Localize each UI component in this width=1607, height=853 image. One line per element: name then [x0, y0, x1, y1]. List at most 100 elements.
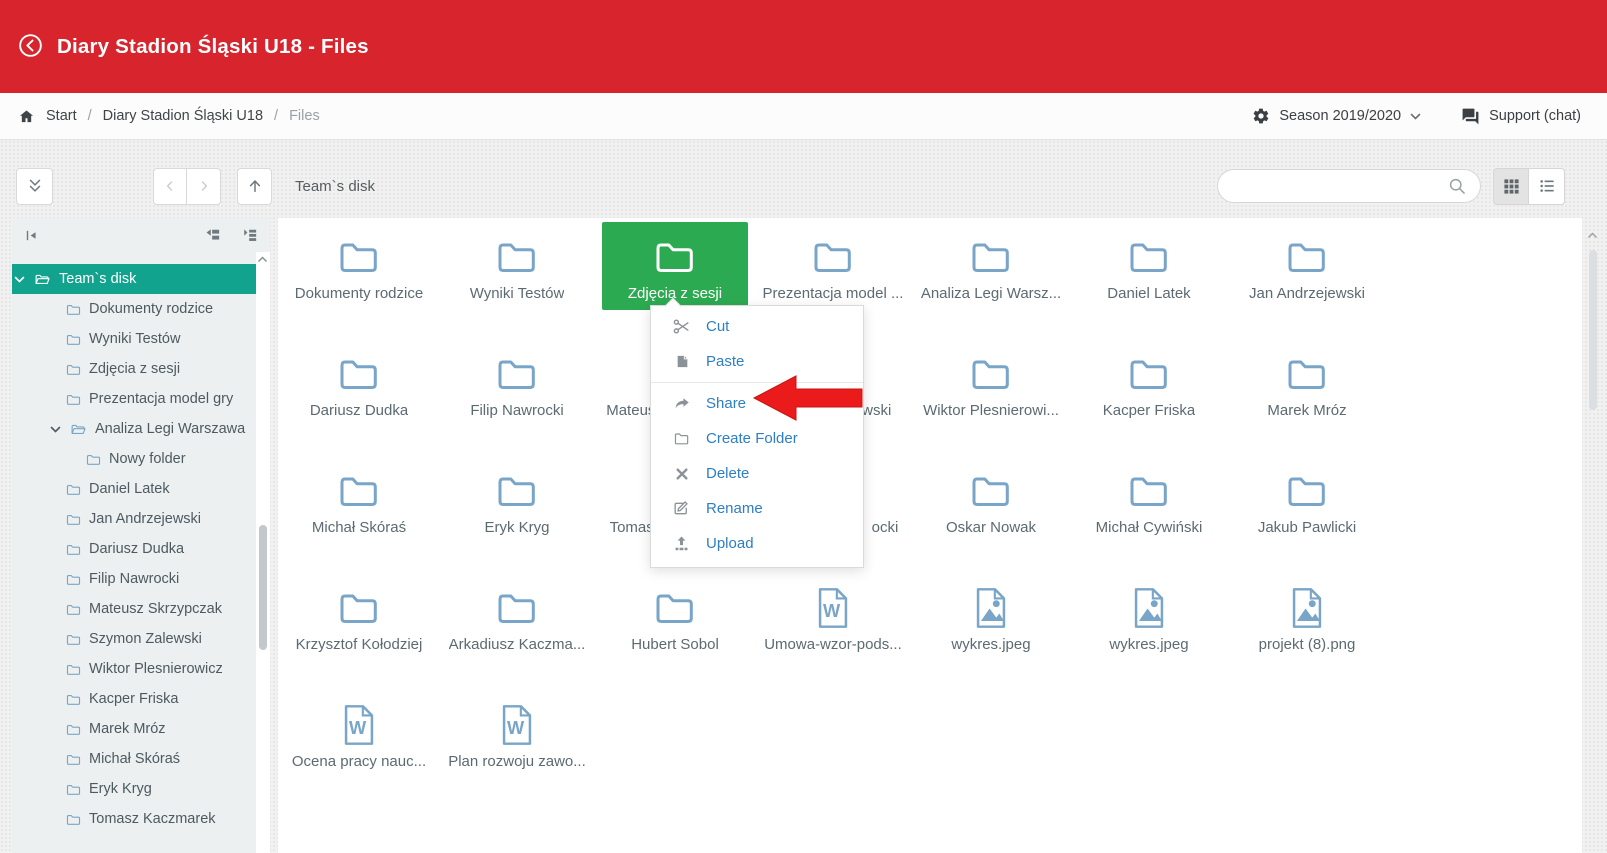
folder-tile[interactable]: Arkadiusz Kaczma... — [444, 573, 590, 661]
sidebar-item[interactable]: Eryk Kryg — [12, 774, 256, 804]
folder-tile[interactable]: Dokumenty rodzice — [286, 222, 432, 310]
sidebar-item[interactable]: Szymon Zalewski — [12, 624, 256, 654]
sidebar-item-label: Daniel Latek — [89, 481, 170, 497]
sidebar-scrollbar[interactable] — [256, 252, 270, 853]
sidebar-item[interactable]: Dokumenty rodzice — [12, 294, 256, 324]
sidebar-scroll-thumb[interactable] — [259, 525, 267, 650]
scroll-up-icon[interactable] — [1587, 232, 1598, 239]
actions-menu-button[interactable] — [16, 168, 53, 205]
folder-tile[interactable]: Filip Nawrocki — [444, 339, 590, 427]
menu-item-share[interactable]: Share — [651, 386, 863, 421]
tile-label: Umowa-wzor-pods... — [764, 636, 902, 653]
folder-open-icon — [69, 421, 88, 438]
tile-label: Oskar Nowak — [946, 519, 1036, 536]
folder-icon — [1125, 233, 1173, 281]
sidebar-item[interactable]: Nowy folder — [12, 444, 256, 474]
folder-tile[interactable]: Eryk Kryg — [444, 456, 590, 544]
sidebar-item-label: Marek Mróz — [89, 721, 166, 737]
breadcrumb-diary[interactable]: Diary Stadion Śląski U18 — [103, 108, 263, 124]
folder-tile[interactable]: Jakub Pawlicki — [1234, 456, 1380, 544]
menu-item-upload[interactable]: Upload — [651, 526, 863, 561]
rename-icon — [671, 499, 692, 518]
folder-tile[interactable]: Marek Mróz — [1234, 339, 1380, 427]
menu-item-paste[interactable]: Paste — [651, 344, 863, 379]
sidebar-item-label: Team`s disk — [59, 271, 136, 287]
folder-tile[interactable]: Michał Skóraś — [286, 456, 432, 544]
view-toggle — [1493, 168, 1565, 205]
grid-view-button[interactable] — [1493, 168, 1529, 205]
folder-tile[interactable]: Krzysztof Kołodziej — [286, 573, 432, 661]
list-view-button[interactable] — [1529, 168, 1565, 205]
breadcrumb-start[interactable]: Start — [46, 108, 77, 124]
menu-item-rename[interactable]: Rename — [651, 491, 863, 526]
folder-icon — [493, 233, 541, 281]
sidebar-item[interactable]: Filip Nawrocki — [12, 564, 256, 594]
folder-tile[interactable]: Dariusz Dudka — [286, 339, 432, 427]
search-input[interactable] — [1234, 177, 1447, 195]
sidebar-item[interactable]: Zdjęcia z sesji — [12, 354, 256, 384]
sidebar-item[interactable]: Dariusz Dudka — [12, 534, 256, 564]
season-selector[interactable]: Season 2019/2020 — [1252, 107, 1421, 125]
app-window: Diary Stadion Śląski U18 - Files Start /… — [0, 0, 1607, 853]
sidebar-item[interactable]: Marek Mróz — [12, 714, 256, 744]
folder-tile[interactable]: Wyniki Testów — [444, 222, 590, 310]
sidebar-item[interactable]: Mateusz Skrzypczak — [12, 594, 256, 624]
folder-tile[interactable]: Wiktor Plesnierowi... — [918, 339, 1064, 427]
sidebar-item[interactable]: Prezentacja model gry — [12, 384, 256, 414]
folder-open-icon — [33, 271, 52, 288]
tile-label: Eryk Kryg — [484, 519, 549, 536]
main-scroll-thumb[interactable] — [1589, 250, 1597, 410]
folder-tile[interactable]: Hubert Sobol — [602, 573, 748, 661]
menu-item-cut[interactable]: Cut — [651, 309, 863, 344]
folder-tile[interactable]: Zdjęcia z sesji — [602, 222, 748, 310]
file-tile[interactable]: wykres.jpeg — [1076, 573, 1222, 661]
back-button[interactable] — [17, 32, 44, 62]
sidebar-item[interactable]: Team`s disk — [12, 264, 256, 294]
search-box — [1217, 169, 1481, 203]
sidebar-item[interactable]: Jan Andrzejewski — [12, 504, 256, 534]
folder-tile[interactable]: Jan Andrzejewski — [1234, 222, 1380, 310]
sidebar-item[interactable]: Analiza Legi Warszawa — [12, 414, 256, 444]
tile-label: Wyniki Testów — [470, 285, 565, 302]
menu-item-delete[interactable]: Delete — [651, 456, 863, 491]
folder-tile[interactable]: Michał Cywiński — [1076, 456, 1222, 544]
expand-all-button[interactable] — [241, 228, 258, 242]
folder-tile[interactable]: Analiza Legi Warsz... — [918, 222, 1064, 310]
file-tile[interactable]: WOcena pracy nauc... — [286, 690, 432, 778]
chevron-left-icon — [163, 179, 177, 193]
folder-up-button[interactable] — [237, 168, 272, 205]
nav-back-button[interactable] — [153, 168, 187, 205]
sidebar-tree: Team`s disk Dokumenty rodziceWyniki Testó… — [12, 252, 256, 853]
scroll-up-icon[interactable] — [257, 256, 268, 263]
main-scrollbar[interactable] — [1585, 218, 1600, 853]
folder-tile[interactable]: Prezentacja model ... — [760, 222, 906, 310]
folder-icon — [65, 751, 82, 768]
current-folder-label: Team`s disk — [295, 178, 375, 195]
sidebar-header — [12, 218, 270, 252]
collapse-all-button[interactable] — [204, 228, 221, 242]
folder-tile[interactable]: Oskar Nowak — [918, 456, 1064, 544]
context-menu: CutPaste ShareCreate FolderDeleteRenameUp… — [650, 305, 864, 568]
file-tile[interactable]: wykres.jpeg — [918, 573, 1064, 661]
menu-item-create-folder[interactable]: Create Folder — [651, 421, 863, 456]
folder-tile[interactable]: Kacper Friska — [1076, 339, 1222, 427]
sidebar-item[interactable]: Wyniki Testów — [12, 324, 256, 354]
sidebar-item-label: Jan Andrzejewski — [89, 511, 201, 527]
folder-tile[interactable]: Daniel Latek — [1076, 222, 1222, 310]
sidebar-item[interactable]: Daniel Latek — [12, 474, 256, 504]
collapse-sidebar-button[interactable] — [24, 228, 39, 243]
sidebar-item[interactable]: Wiktor Plesnierowicz — [12, 654, 256, 684]
sidebar-item[interactable]: Kacper Friska — [12, 684, 256, 714]
file-tile[interactable]: projekt (8).png — [1234, 573, 1380, 661]
sidebar-item[interactable]: Michał Skóraś — [12, 744, 256, 774]
file-tile[interactable]: WUmowa-wzor-pods... — [760, 573, 906, 661]
file-tile[interactable]: WPlan rozwoju zawo... — [444, 690, 590, 778]
support-chat-link[interactable]: Support (chat) — [1461, 107, 1581, 126]
home-icon[interactable] — [18, 108, 35, 125]
search-icon[interactable] — [1447, 176, 1467, 196]
sidebar-item[interactable]: Tomasz Kaczmarek — [12, 804, 256, 834]
sidebar-item-label: Prezentacja model gry — [89, 391, 233, 407]
tile-label: Daniel Latek — [1107, 285, 1190, 302]
nav-forward-button[interactable] — [187, 168, 221, 205]
tile-label: Plan rozwoju zawo... — [448, 753, 586, 770]
